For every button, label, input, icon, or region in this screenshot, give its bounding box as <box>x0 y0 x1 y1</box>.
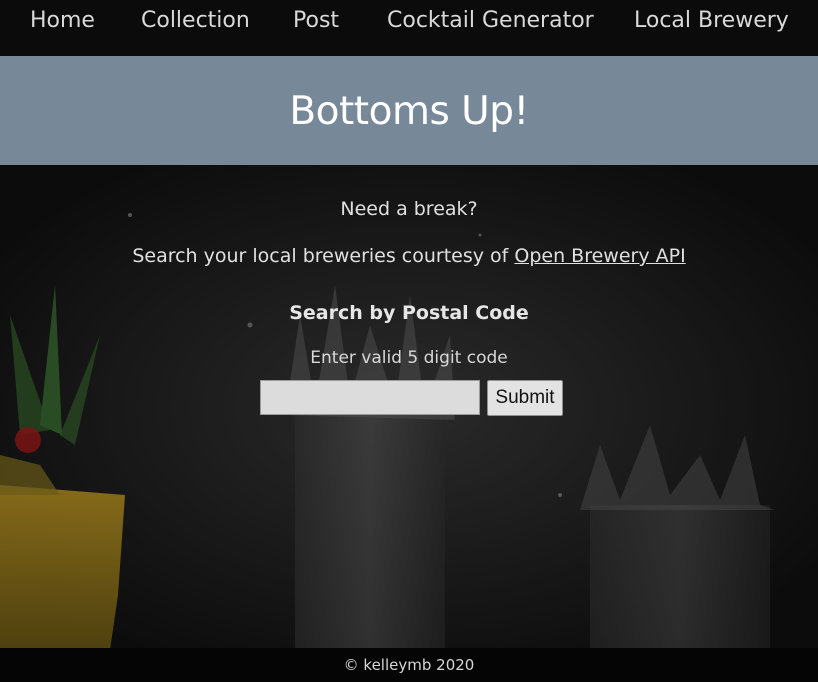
subtitle-text: Search your local breweries courtesy of <box>132 245 515 267</box>
nav-item-cocktail-generator[interactable]: Cocktail Generator <box>387 7 594 35</box>
nav-item-local-brewery[interactable]: Local Brewery <box>634 7 789 35</box>
page: Home Collection Post Cocktail Generator … <box>0 0 818 682</box>
subtitle: Search your local breweries courtesy of … <box>0 244 818 268</box>
nav-item-collection[interactable]: Collection <box>141 7 250 35</box>
header-banner: Bottoms Up! <box>0 56 818 165</box>
open-brewery-api-link[interactable]: Open Brewery API <box>514 245 685 267</box>
footer: © kelleymb 2020 <box>0 648 818 682</box>
search-heading: Search by Postal Code <box>289 302 529 324</box>
nav-item-home[interactable]: Home <box>30 7 95 35</box>
footer-copyright: © kelleymb 2020 <box>343 656 475 674</box>
page-title: Bottoms Up! <box>289 89 529 134</box>
submit-button[interactable]: Submit <box>487 380 563 416</box>
search-hint: Enter valid 5 digit code <box>310 348 508 368</box>
postal-code-input[interactable] <box>260 380 480 415</box>
top-nav: Home Collection Post Cocktail Generator … <box>0 0 818 56</box>
tagline: Need a break? <box>340 198 478 220</box>
nav-item-post[interactable]: Post <box>293 7 339 35</box>
